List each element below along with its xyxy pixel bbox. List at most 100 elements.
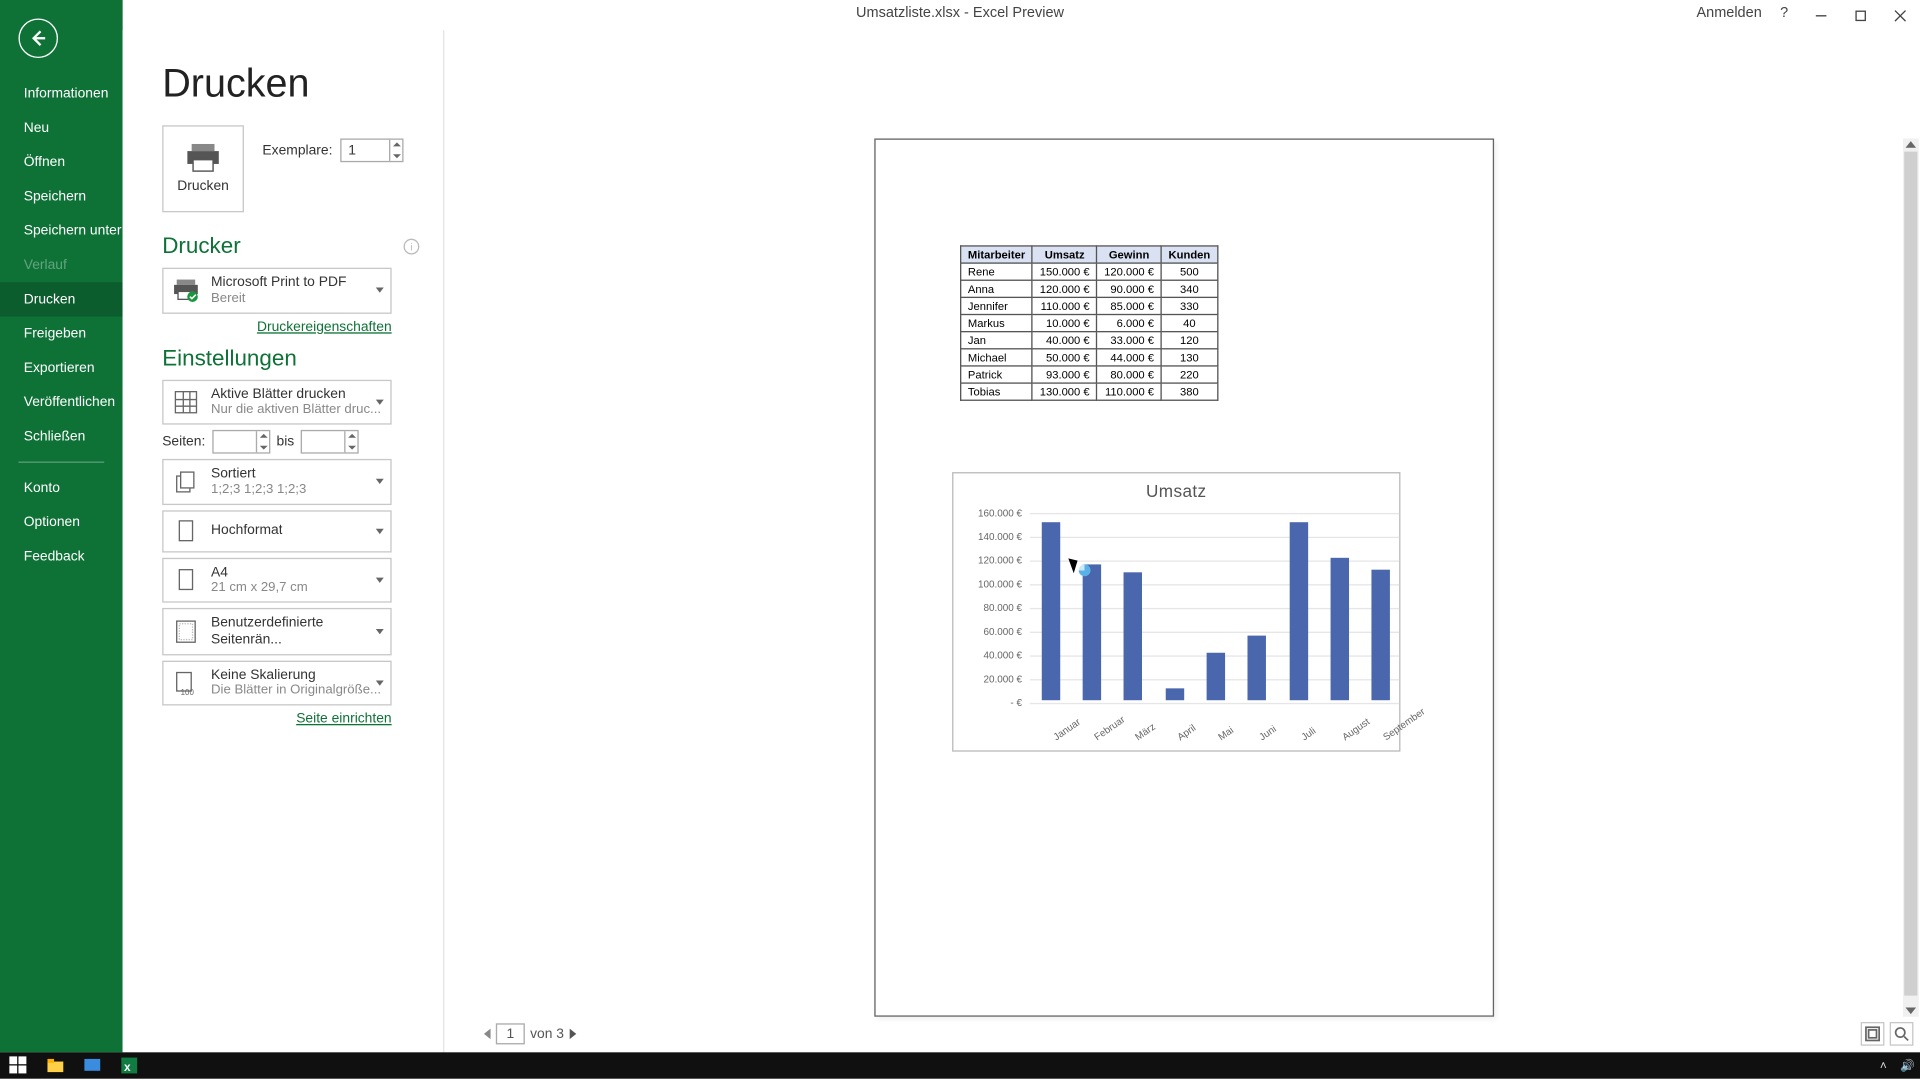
excel-taskbar-icon[interactable]: x: [111, 1052, 148, 1078]
chart-y-tick: 80.000 €: [983, 602, 1022, 614]
chart-bar: [1372, 570, 1390, 701]
file-explorer-taskbar-icon[interactable]: [37, 1052, 74, 1078]
show-margins-button[interactable]: [1861, 1022, 1885, 1046]
printer-section-heading: Drucker: [162, 233, 240, 259]
paper-label: A4: [211, 564, 308, 581]
paper-icon: [171, 566, 200, 595]
zoom-to-page-button[interactable]: [1890, 1022, 1914, 1046]
next-page-button[interactable]: [569, 1029, 576, 1040]
sidebar-item-schließen[interactable]: Schließen: [0, 419, 123, 453]
table-row: Markus10.000 €6.000 €40: [961, 315, 1218, 332]
paper-size-select[interactable]: A421 cm x 29,7 cm: [162, 558, 391, 604]
tray-chevron-icon[interactable]: ˄: [1880, 1059, 1887, 1072]
chart-x-tick: September: [1381, 705, 1427, 742]
sidebar-item-feedback[interactable]: Feedback: [0, 539, 123, 573]
printer-info-icon[interactable]: i: [404, 239, 420, 255]
print-what-sub: Nur die aktiven Blätter druc...: [211, 402, 381, 418]
print-what-select[interactable]: Aktive Blätter druckenNur die aktiven Bl…: [162, 379, 391, 425]
chart-x-tick: Mai: [1216, 724, 1236, 743]
start-button[interactable]: [0, 1052, 37, 1078]
print-button-label: Drucken: [177, 178, 229, 194]
minimize-button[interactable]: [1801, 0, 1841, 30]
scaling-select[interactable]: 100 Keine SkalierungDie Blätter in Origi…: [162, 660, 391, 706]
sidebar-item-neu[interactable]: Neu: [0, 111, 123, 145]
chart-title: Umsatz: [953, 481, 1399, 501]
chart-y-tick: 100.000 €: [978, 578, 1022, 590]
print-preview-area: MitarbeiterUmsatzGewinnKundenRene150.000…: [444, 30, 1920, 1052]
print-button[interactable]: Drucken: [162, 125, 244, 212]
table-row: Michael50.000 €44.000 €130: [961, 349, 1218, 366]
copies-spinner[interactable]: 1: [340, 138, 403, 162]
preview-page: MitarbeiterUmsatzGewinnKundenRene150.000…: [874, 138, 1494, 1016]
chart-y-tick: 20.000 €: [983, 673, 1022, 685]
collate-label: Sortiert: [211, 466, 306, 483]
copies-label: Exemplare:: [262, 142, 332, 158]
taskbar: x ˄ 🔊: [0, 1052, 1920, 1078]
help-button[interactable]: ?: [1780, 5, 1788, 21]
margins-label: Benutzerdefinierte Seitenrän...: [211, 615, 382, 648]
back-button[interactable]: [18, 18, 58, 58]
pages-from-spinner[interactable]: [212, 430, 270, 454]
maximize-button[interactable]: [1841, 0, 1881, 30]
paper-sub: 21 cm x 29,7 cm: [211, 581, 308, 597]
prev-page-button[interactable]: [484, 1029, 491, 1040]
chart-x-tick: Februar: [1092, 713, 1127, 743]
table-row: Anna120.000 €90.000 €340: [961, 280, 1218, 297]
sidebar-item-veröffentlichen[interactable]: Veröffentlichen: [0, 385, 123, 419]
preview-chart: Umsatz 160.000 €140.000 €120.000 €100.00…: [952, 472, 1400, 752]
portrait-icon: [171, 517, 200, 546]
page-navigator: 1 von 3: [484, 1023, 576, 1044]
printer-properties-link[interactable]: Druckereigenschaften: [162, 319, 391, 335]
table-row: Jan40.000 €33.000 €120: [961, 332, 1218, 349]
chart-bar: [1083, 564, 1101, 700]
current-page-input[interactable]: 1: [496, 1023, 525, 1044]
pages-to-label: bis: [277, 434, 295, 450]
chart-y-tick: 160.000 €: [978, 507, 1022, 519]
sidebar-item-speichern[interactable]: Speichern: [0, 179, 123, 213]
sidebar-item-öffnen[interactable]: Öffnen: [0, 145, 123, 179]
margins-select[interactable]: Benutzerdefinierte Seitenrän...: [162, 608, 391, 654]
collate-icon: [171, 467, 200, 496]
chart-x-tick: Juni: [1257, 723, 1279, 743]
sidebar-item-drucken[interactable]: Drucken: [0, 282, 123, 316]
tray-volume-icon[interactable]: 🔊: [1900, 1058, 1915, 1073]
sidebar-item-speichern-unter[interactable]: Speichern unter: [0, 214, 123, 248]
table-row: Rene150.000 €120.000 €500: [961, 263, 1218, 280]
sidebar-item-exportieren[interactable]: Exportieren: [0, 351, 123, 385]
svg-text:100: 100: [181, 688, 195, 696]
sidebar-item-informationen[interactable]: Informationen: [0, 76, 123, 110]
chart-bar: [1289, 522, 1307, 700]
table-row: Tobias130.000 €110.000 €380: [961, 383, 1218, 400]
chart-y-tick: 120.000 €: [978, 555, 1022, 567]
app-taskbar-icon[interactable]: [74, 1052, 111, 1078]
backstage-sidebar: InformationenNeuÖffnenSpeichernSpeichern…: [0, 0, 123, 1052]
chart-x-tick: März: [1133, 721, 1158, 743]
sign-in-link[interactable]: Anmelden: [1696, 5, 1761, 21]
page-setup-link[interactable]: Seite einrichten: [162, 711, 391, 727]
pages-to-spinner[interactable]: [301, 430, 359, 454]
page-of-label: von 3: [530, 1026, 564, 1042]
collate-sub: 1;2;3 1;2;3 1;2;3: [211, 482, 306, 498]
svg-text:x: x: [124, 1060, 131, 1074]
orientation-label: Hochformat: [211, 523, 283, 540]
chart-x-tick: Januar: [1051, 716, 1083, 743]
sidebar-item-freigeben[interactable]: Freigeben: [0, 316, 123, 350]
preview-table: MitarbeiterUmsatzGewinnKundenRene150.000…: [960, 245, 1218, 401]
collate-select[interactable]: Sortiert1;2;3 1;2;3 1;2;3: [162, 459, 391, 505]
pages-label: Seiten:: [162, 434, 205, 450]
orientation-select[interactable]: Hochformat: [162, 510, 391, 552]
chart-bar: [1331, 558, 1349, 700]
close-button[interactable]: [1880, 0, 1920, 30]
sidebar-item-optionen[interactable]: Optionen: [0, 505, 123, 539]
printer-select[interactable]: Microsoft Print to PDFBereit: [162, 268, 391, 314]
table-header: Mitarbeiter: [961, 246, 1033, 263]
table-header: Gewinn: [1097, 246, 1161, 263]
chart-x-tick: August: [1340, 716, 1372, 743]
chart-y-tick: 60.000 €: [983, 626, 1022, 638]
chart-y-tick: 40.000 €: [983, 649, 1022, 661]
chart-bar: [1041, 522, 1059, 700]
preview-scrollbar[interactable]: [1903, 138, 1919, 1016]
sidebar-item-konto[interactable]: Konto: [0, 471, 123, 505]
scaling-sub: Die Blätter in Originalgröße...: [211, 683, 381, 699]
printer-icon: [171, 276, 200, 305]
